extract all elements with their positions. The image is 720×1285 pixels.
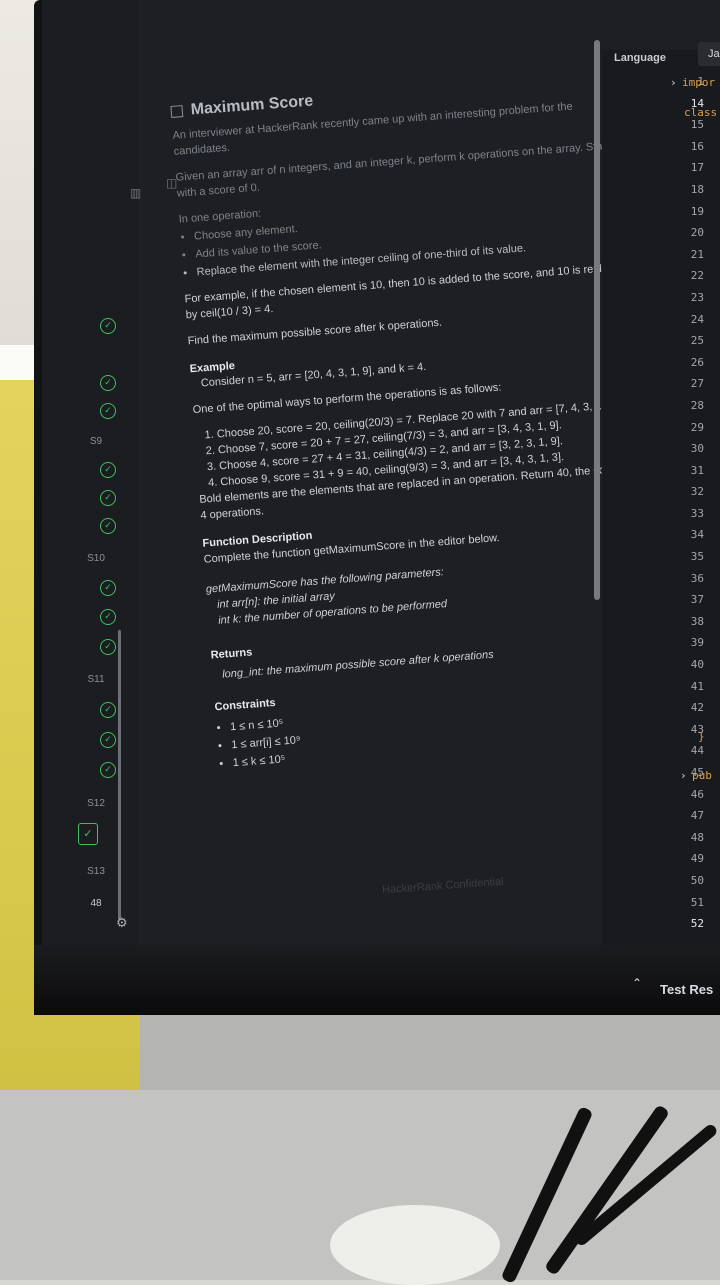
- line-number: 47: [690, 809, 704, 823]
- question-count: 48: [90, 898, 102, 909]
- line-number: 16: [690, 139, 704, 153]
- code-brace: }: [698, 730, 705, 743]
- chevron-right-icon[interactable]: ›: [670, 76, 677, 89]
- line-number: 31: [690, 463, 704, 477]
- checkbox-icon[interactable]: [170, 104, 184, 118]
- line-number: 35: [690, 550, 704, 564]
- line-number: 52: [690, 917, 704, 931]
- code-pub: pub: [692, 769, 712, 782]
- line-number: 19: [690, 204, 704, 218]
- line-number: 24: [690, 312, 704, 326]
- line-number: 48: [690, 830, 704, 844]
- question-status-icon[interactable]: ✓: [100, 580, 116, 596]
- chevron-up-icon[interactable]: ⌃: [632, 976, 642, 990]
- line-number: 42: [690, 701, 704, 715]
- rail-scrollbar[interactable]: [118, 630, 121, 920]
- line-number: 39: [690, 636, 704, 650]
- line-number: 32: [690, 485, 704, 499]
- code-class: class: [684, 106, 718, 119]
- section-label[interactable]: S13: [76, 866, 116, 877]
- line-number: 44: [690, 744, 704, 758]
- test-results-tab[interactable]: Test Res: [660, 982, 713, 997]
- line-number-gutter: 1 14 15 16 17 18 19 20 21 22 23 24 25 26…: [642, 75, 704, 939]
- question-status-icon[interactable]: ✓: [100, 732, 116, 748]
- line-number: 41: [690, 679, 704, 693]
- question-status-icon[interactable]: ✓: [100, 462, 116, 478]
- question-status-icon[interactable]: ✓: [100, 762, 116, 778]
- question-rail: ▥ ◫ ✓ ✓ ✓ S9 ✓ ✓ ✓ S10 ✓ ✓ ✓ S11 ✓ ✓ ✓ S…: [42, 0, 177, 955]
- question-status-icon[interactable]: ✓: [100, 375, 116, 391]
- chevron-right-icon[interactable]: ›: [680, 769, 687, 782]
- line-number: 26: [690, 355, 704, 369]
- problem-title-text: Maximum Score: [190, 92, 314, 119]
- question-status-icon[interactable]: ✓: [100, 403, 116, 419]
- line-number: 18: [690, 182, 704, 196]
- code-import: impor: [682, 76, 716, 89]
- layout-icon[interactable]: ▥: [130, 186, 141, 200]
- line-number: 36: [690, 571, 704, 585]
- line-number: 29: [690, 420, 704, 434]
- line-number: 15: [690, 118, 704, 132]
- current-question-icon[interactable]: ✓: [78, 823, 98, 845]
- line-number: 34: [690, 528, 704, 542]
- section-label[interactable]: S12: [76, 798, 116, 809]
- language-label: Language: [614, 52, 666, 64]
- line-number: 27: [690, 377, 704, 391]
- line-number: 43: [690, 722, 704, 736]
- question-status-icon[interactable]: ✓: [100, 518, 116, 534]
- line-number: 40: [690, 658, 704, 672]
- language-select[interactable]: Ja: [698, 42, 720, 66]
- line-number: 21: [690, 247, 704, 261]
- line-number: 23: [690, 290, 704, 304]
- gear-icon[interactable]: ⚙: [116, 916, 128, 931]
- line-number: 51: [690, 895, 704, 909]
- monitor-screen: ▥ ◫ ✓ ✓ ✓ S9 ✓ ✓ ✓ S10 ✓ ✓ ✓ S11 ✓ ✓ ✓ S…: [42, 0, 720, 955]
- line-number: 37: [690, 593, 704, 607]
- line-number: 46: [690, 787, 704, 801]
- section-label[interactable]: S9: [76, 436, 116, 447]
- question-status-icon[interactable]: ✓: [100, 490, 116, 506]
- question-status-icon[interactable]: ✓: [100, 318, 116, 334]
- panel-divider[interactable]: [594, 40, 600, 600]
- line-number: 28: [690, 398, 704, 412]
- line-number: 25: [690, 334, 704, 348]
- line-number: 17: [690, 161, 704, 175]
- desk-back: [140, 1000, 720, 1100]
- section-label[interactable]: S11: [76, 674, 116, 685]
- section-label[interactable]: S10: [76, 553, 116, 564]
- question-status-icon[interactable]: ✓: [100, 609, 116, 625]
- monitor-stand-base: [330, 1205, 500, 1285]
- monitor-chin: [34, 945, 720, 1015]
- line-number: 38: [690, 614, 704, 628]
- line-number: 33: [690, 506, 704, 520]
- line-number: 49: [690, 852, 704, 866]
- line-number: 50: [690, 873, 704, 887]
- line-number: 20: [690, 226, 704, 240]
- line-number: 30: [690, 442, 704, 456]
- line-number: 22: [690, 269, 704, 283]
- question-status-icon[interactable]: ✓: [100, 702, 116, 718]
- question-status-icon[interactable]: ✓: [100, 639, 116, 655]
